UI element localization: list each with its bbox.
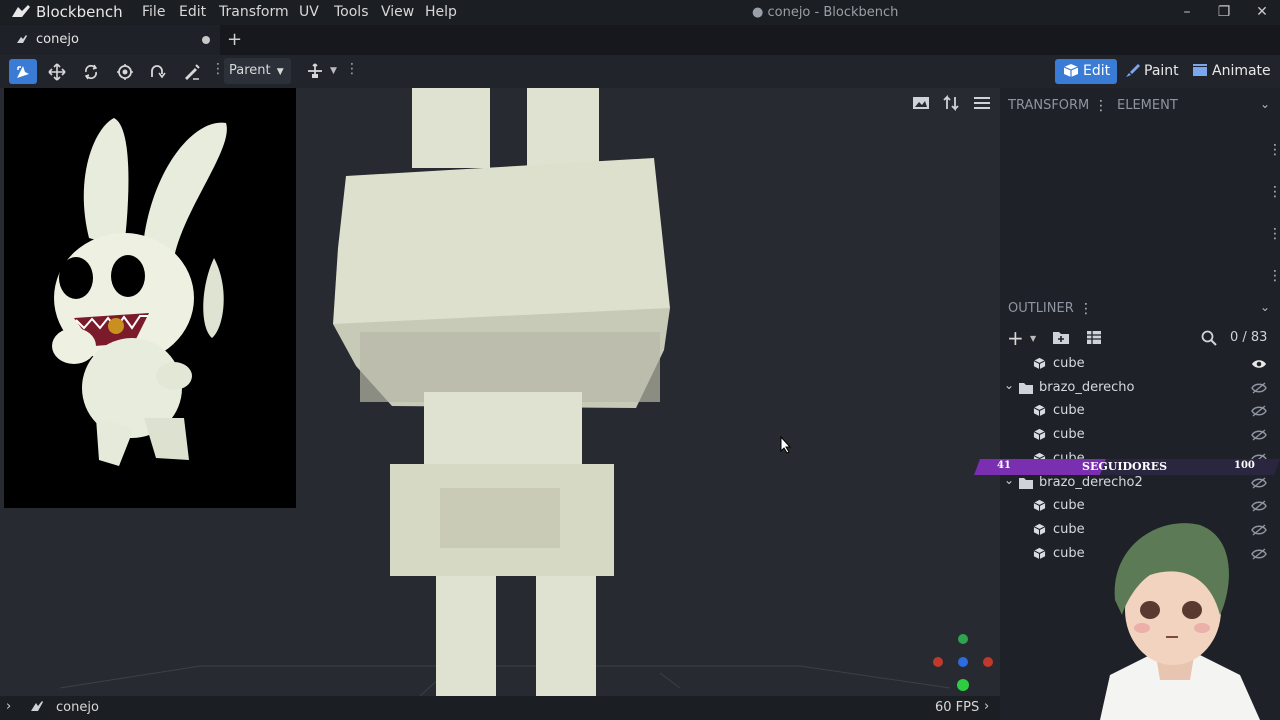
sort-arrows-icon[interactable] [942,94,960,112]
unsaved-indicator-icon[interactable] [202,36,210,44]
outliner-count: 0 / 83 [1230,330,1268,345]
outliner-item-label: cube [1053,403,1085,419]
status-bar [0,696,1000,720]
panel-menu-dots-icon[interactable]: ⋮ [1094,98,1108,114]
pivot-tool-button[interactable] [111,59,139,84]
resize-tool-button[interactable] [77,59,105,84]
cube-icon [1033,429,1046,441]
edit-mode-button[interactable]: Edit [1055,59,1117,84]
add-group-icon[interactable] [1052,330,1070,345]
outliner-cube[interactable]: cube [1000,400,1280,424]
cube-icon [1033,547,1046,559]
search-icon[interactable] [1201,330,1217,346]
eye-icon[interactable] [1251,358,1267,370]
panel-menu-dots-icon[interactable]: ⋮ [1268,184,1280,200]
app-name: Blockbench [36,3,123,21]
pivot-mode-select[interactable]: Parent ▼ [224,58,291,84]
move-tool-button[interactable] [43,59,71,84]
outliner-item-label: brazo_derecho2 [1039,474,1143,490]
transform-space-icon[interactable] [306,62,324,80]
chevron-down-icon: ▼ [276,67,284,77]
chevron-down-icon[interactable]: ⌄ [1260,300,1270,314]
outliner-cube[interactable]: cube [1000,424,1280,448]
outliner-item-label: cube [1053,427,1085,443]
move-select-tool-button[interactable] [9,59,37,84]
eye-hidden-icon[interactable] [1251,405,1267,417]
folder-icon [1019,477,1033,489]
streamer-avatar [1100,523,1260,720]
toolbar-menu-dots-icon[interactable]: ⋮ [211,61,225,77]
menu-help[interactable]: Help [425,4,457,20]
mouse-cursor-icon [780,436,792,454]
cube-icon [1063,61,1079,77]
panel-tab-transform[interactable]: TRANSFORM [1008,98,1089,113]
tab-conejo[interactable] [0,25,220,55]
cube-icon [1033,523,1046,535]
cube-icon [1033,500,1046,512]
menu-tools[interactable]: Tools [334,4,369,20]
new-tab-icon[interactable]: + [227,29,242,50]
restore-icon[interactable]: ❐ [1212,2,1236,22]
follower-current-count: 41 [997,460,1011,471]
eye-hidden-icon[interactable] [1251,476,1267,489]
status-project-name: conejo [56,700,99,715]
menu-edit[interactable]: Edit [179,4,206,20]
chevron-down-icon[interactable]: ▼ [330,66,337,76]
folder-icon [1019,382,1033,394]
toolbar-menu-dots-icon[interactable]: ⋮ [345,61,359,77]
outliner-title: OUTLINER [1008,301,1074,316]
add-element-icon[interactable]: + [1007,326,1024,350]
menu-transform[interactable]: Transform [219,4,289,20]
panel-tab-element[interactable]: ELEMENT [1117,98,1178,113]
edit-mode-label: Edit [1083,63,1111,79]
pivot-mode-value: Parent [229,63,271,78]
menu-view[interactable]: View [381,4,414,20]
fps-counter: 60 FPS [935,700,980,715]
menu-file[interactable]: File [142,4,165,20]
animate-mode-label: Animate [1212,63,1271,79]
image-icon[interactable] [912,95,930,111]
cube-icon [1033,357,1046,370]
reference-image[interactable] [4,88,296,508]
paint-mode-label: Paint [1144,63,1179,79]
chevron-down-icon[interactable]: ⌄ [1260,97,1270,111]
brush-icon [1124,61,1140,77]
chevron-right-icon[interactable]: › [984,699,989,714]
follower-goal-count: 100 [1234,460,1255,471]
outliner-item-label: brazo_derecho [1039,379,1135,395]
vertex-snap-tool-button[interactable] [178,59,206,84]
follower-label: SEGUIDORES [1082,460,1168,473]
chevron-down-icon[interactable]: ⌄ [1004,378,1014,392]
blockbench-logo-icon [12,5,30,17]
minimize-icon[interactable]: – [1175,2,1199,22]
model-file-icon [17,35,27,43]
panel-menu-dots-icon[interactable]: ⋮ [1079,301,1093,317]
clapperboard-icon [1192,61,1208,76]
toggle-options-icon[interactable] [1086,330,1102,345]
menu-uv[interactable]: UV [299,4,319,20]
hamburger-menu-icon[interactable] [973,95,991,111]
rotate-tool-button[interactable] [144,59,172,84]
outliner-cube[interactable]: cube [1000,353,1280,377]
tab-label: conejo [36,32,79,47]
outliner-group[interactable]: ⌄ brazo_derecho [1000,377,1280,401]
model-file-icon [31,701,43,711]
outliner-group[interactable]: ⌄ brazo_derecho2 [1000,472,1280,496]
cube-icon [1033,405,1046,417]
chevron-right-icon[interactable]: › [6,699,11,714]
close-icon[interactable]: ✕ [1250,2,1274,22]
animate-mode-button[interactable]: Animate [1192,59,1271,84]
window-title: ● conejo - Blockbench [752,5,899,20]
chevron-down-icon[interactable]: ▼ [1030,334,1036,343]
panel-menu-dots-icon[interactable]: ⋮ [1268,142,1280,158]
bunny-reference-art [52,118,227,466]
panel-menu-dots-icon[interactable]: ⋮ [1268,268,1280,284]
panel-menu-dots-icon[interactable]: ⋮ [1268,226,1280,242]
eye-hidden-icon[interactable] [1251,382,1267,394]
eye-hidden-icon[interactable] [1251,429,1267,441]
outliner-item-label: cube [1053,356,1085,371]
paint-mode-button[interactable]: Paint [1124,59,1179,84]
